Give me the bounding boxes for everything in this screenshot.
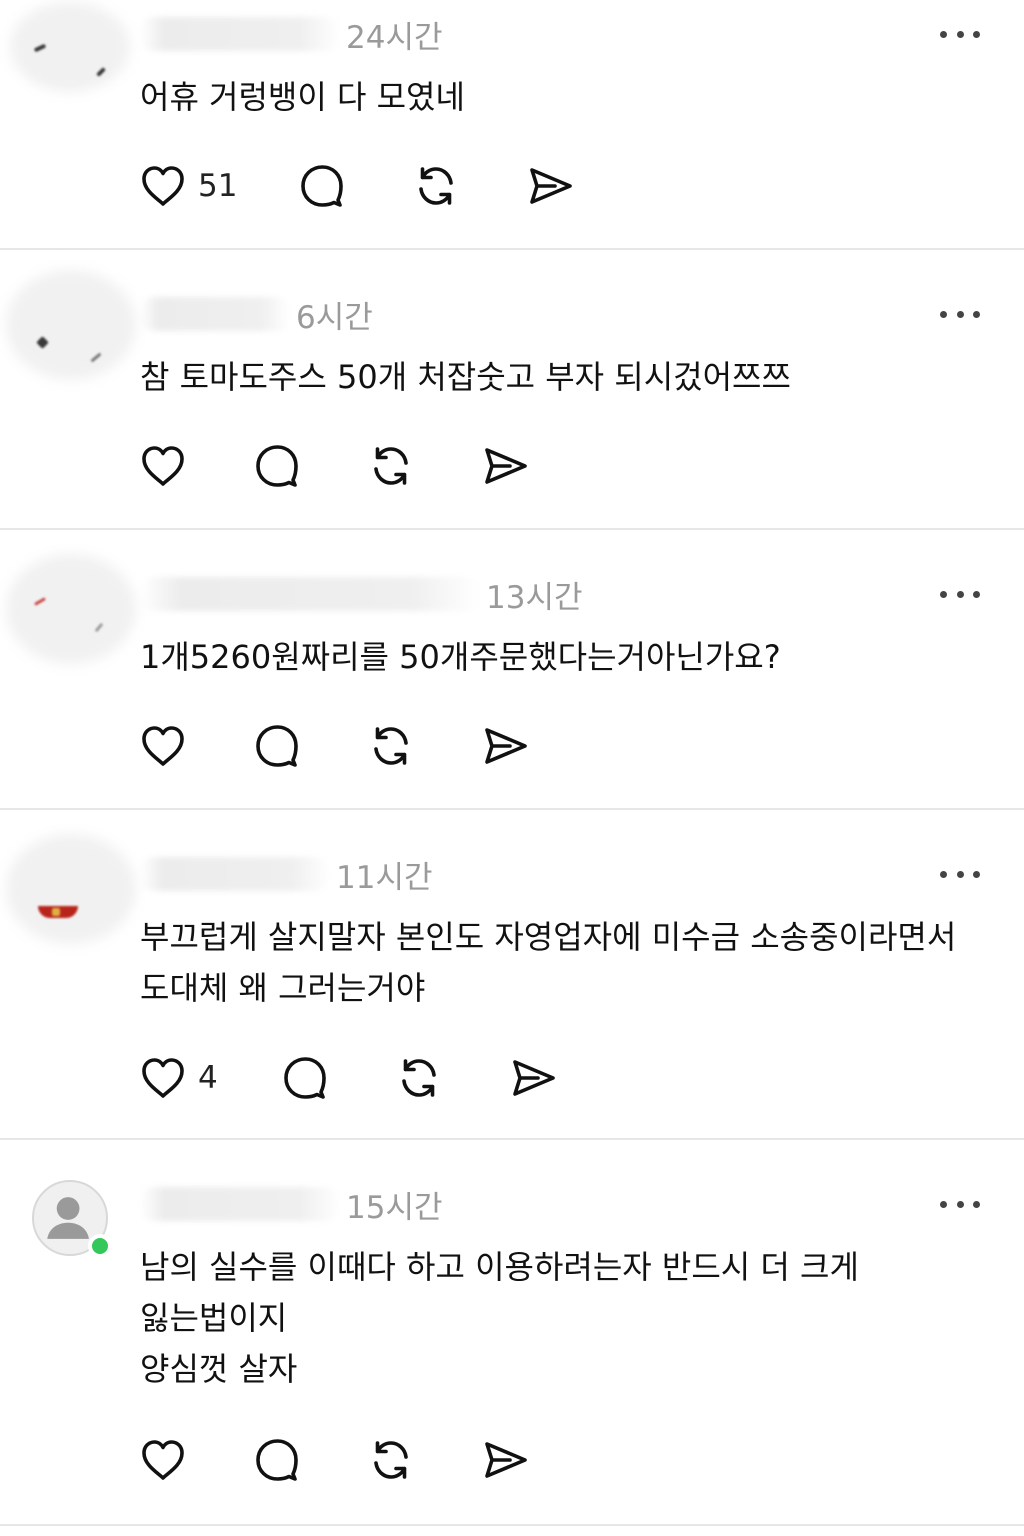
repost-button[interactable] bbox=[366, 441, 416, 491]
more-horizontal-icon bbox=[940, 1200, 947, 1208]
comment-text: 부끄럽게 살지말자 본인도 자영업자에 미수금 소송중이라면서 도대체 왜 그러… bbox=[140, 918, 957, 1007]
avatar[interactable] bbox=[6, 554, 136, 664]
username[interactable]: 6시간 bbox=[140, 292, 373, 336]
username[interactable]: 24시간 bbox=[140, 12, 443, 56]
redacted-username bbox=[140, 1187, 340, 1221]
comment-button[interactable] bbox=[252, 721, 302, 771]
more-horizontal-icon bbox=[940, 870, 947, 878]
repost-button[interactable] bbox=[366, 721, 416, 771]
online-status-dot bbox=[88, 1234, 112, 1258]
comment-bubble-icon bbox=[256, 1439, 298, 1481]
timestamp: 11시간 bbox=[336, 859, 433, 896]
comment-text: 어휴 거렁뱅이 다 모였네 bbox=[140, 78, 465, 116]
heart-icon bbox=[142, 726, 184, 766]
comment-button[interactable] bbox=[252, 441, 302, 491]
more-options-button[interactable] bbox=[940, 24, 980, 44]
like-button[interactable] bbox=[138, 441, 188, 491]
comment-bubble-icon bbox=[283, 1057, 326, 1099]
timestamp: 24시간 bbox=[346, 19, 443, 56]
repost-icon bbox=[419, 167, 454, 205]
repost-icon bbox=[374, 727, 408, 765]
repost-button[interactable] bbox=[366, 1435, 416, 1485]
more-options-button[interactable] bbox=[940, 1194, 980, 1214]
heart-icon bbox=[142, 1440, 184, 1480]
comment-button[interactable] bbox=[252, 1435, 302, 1485]
send-icon bbox=[512, 1060, 555, 1096]
like-button[interactable]: 51 bbox=[138, 161, 237, 211]
avatar[interactable] bbox=[6, 834, 136, 944]
action-bar bbox=[138, 1434, 530, 1486]
comment-text: 남의 실수를 이때다 하고 이용하려는자 반드시 더 크게 잃는법이지 양심껏 … bbox=[140, 1248, 859, 1388]
repost-icon bbox=[374, 1441, 408, 1479]
heart-icon bbox=[142, 1058, 184, 1098]
share-button[interactable] bbox=[480, 721, 530, 771]
share-button[interactable] bbox=[508, 1053, 558, 1103]
action-bar bbox=[138, 440, 530, 492]
username[interactable]: 15시간 bbox=[140, 1182, 443, 1226]
redacted-username bbox=[140, 297, 290, 331]
comment-text: 참 토마도주스 50개 처잡숫고 부자 되시겄어쯔쯔 bbox=[140, 358, 791, 396]
more-options-button[interactable] bbox=[940, 864, 980, 884]
share-button[interactable] bbox=[480, 441, 530, 491]
comment-post: 24시간 어휴 거렁뱅이 다 모였네 51 bbox=[0, 0, 1024, 250]
heart-icon bbox=[142, 446, 184, 486]
comment-bubble-icon bbox=[301, 165, 344, 207]
comment-bubble-icon bbox=[256, 445, 298, 487]
redacted-username bbox=[140, 857, 330, 891]
comment-post: 15시간 남의 실수를 이때다 하고 이용하려는자 반드시 더 크게 잃는법이지… bbox=[0, 1140, 1024, 1526]
more-horizontal-icon bbox=[940, 310, 947, 318]
more-horizontal-icon bbox=[940, 590, 947, 598]
heart-icon bbox=[142, 166, 184, 206]
username[interactable]: 13시간 bbox=[140, 572, 583, 616]
like-button[interactable] bbox=[138, 721, 188, 771]
send-icon bbox=[485, 1442, 527, 1478]
avatar[interactable] bbox=[32, 1180, 112, 1258]
like-count: 51 bbox=[198, 168, 238, 204]
comment-post: 13시간 1개5260원짜리를 50개주문했다는거아닌가요? bbox=[0, 530, 1024, 810]
comment-post: 6시간 참 토마도주스 50개 처잡숫고 부자 되시겄어쯔쯔 bbox=[0, 250, 1024, 530]
send-icon bbox=[485, 728, 527, 764]
redacted-username bbox=[140, 577, 480, 611]
username[interactable]: 11시간 bbox=[140, 852, 433, 896]
repost-icon bbox=[374, 447, 408, 485]
comment-post: 11시간 부끄럽게 살지말자 본인도 자영업자에 미수금 소송중이라면서 도대체… bbox=[0, 810, 1024, 1140]
like-count: 4 bbox=[198, 1060, 218, 1096]
comment-text: 1개5260원짜리를 50개주문했다는거아닌가요? bbox=[140, 638, 781, 676]
more-options-button[interactable] bbox=[940, 304, 980, 324]
comment-feed: 24시간 어휴 거렁뱅이 다 모였네 51 6시간 참 토마도주스 50개 처잡… bbox=[0, 0, 1024, 1536]
timestamp: 13시간 bbox=[486, 579, 583, 616]
share-button[interactable] bbox=[480, 1435, 530, 1485]
timestamp: 6시간 bbox=[296, 299, 373, 336]
avatar[interactable] bbox=[6, 270, 136, 380]
more-options-button[interactable] bbox=[940, 584, 980, 604]
redacted-username bbox=[140, 17, 340, 51]
like-button[interactable]: 4 bbox=[138, 1053, 218, 1103]
send-icon bbox=[485, 448, 527, 484]
comment-bubble-icon bbox=[256, 725, 298, 767]
send-icon bbox=[530, 168, 573, 204]
avatar[interactable] bbox=[10, 2, 130, 92]
action-bar: 4 bbox=[138, 1052, 558, 1104]
like-button[interactable] bbox=[138, 1435, 188, 1485]
repost-button[interactable] bbox=[394, 1053, 444, 1103]
action-bar: 51 bbox=[138, 160, 575, 212]
timestamp: 15시간 bbox=[346, 1189, 443, 1226]
repost-icon bbox=[401, 1059, 436, 1097]
comment-button[interactable] bbox=[280, 1053, 330, 1103]
action-bar bbox=[138, 720, 530, 772]
repost-button[interactable] bbox=[411, 161, 461, 211]
more-horizontal-icon bbox=[940, 30, 947, 38]
share-button[interactable] bbox=[525, 161, 575, 211]
comment-button[interactable] bbox=[297, 161, 347, 211]
